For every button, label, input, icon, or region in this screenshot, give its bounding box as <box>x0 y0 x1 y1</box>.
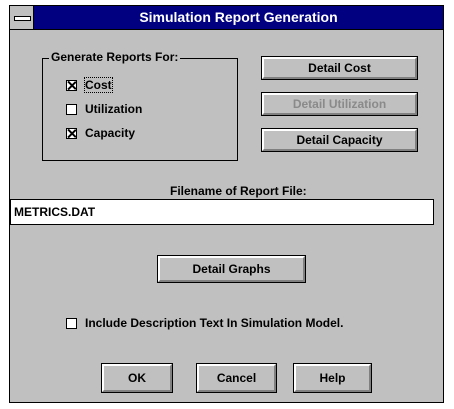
detail-utilization-button[interactable]: Detail Utilization <box>262 93 417 115</box>
window-title: Simulation Report Generation <box>139 9 338 25</box>
utilization-checkbox-box[interactable] <box>66 103 77 115</box>
cost-checkbox-label: Cost <box>84 77 113 93</box>
ok-button[interactable]: OK <box>102 364 172 392</box>
detail-capacity-button[interactable]: Detail Capacity <box>262 129 417 151</box>
title-bar: Simulation Report Generation <box>10 6 443 30</box>
utilization-checkbox-label: Utilization <box>85 102 143 116</box>
include-description-checkbox[interactable]: Include Description Text In Simulation M… <box>66 314 343 332</box>
detail-graphs-button[interactable]: Detail Graphs <box>158 256 305 282</box>
capacity-checkbox[interactable]: Capacity <box>66 124 135 142</box>
capacity-checkbox-box[interactable] <box>66 127 77 139</box>
include-description-label: Include Description Text In Simulation M… <box>85 316 344 330</box>
cancel-button[interactable]: Cancel <box>197 364 276 392</box>
include-description-checkbox-box[interactable] <box>66 317 77 329</box>
filename-input[interactable]: METRICS.DAT <box>10 199 434 225</box>
system-menu-button[interactable] <box>10 6 34 29</box>
filename-label: Filename of Report File: <box>170 184 307 198</box>
report-generation-dialog: Simulation Report Generation Generate Re… <box>9 5 444 403</box>
detail-cost-button[interactable]: Detail Cost <box>262 57 417 79</box>
system-menu-icon <box>14 16 31 21</box>
group-legend: Generate Reports For: <box>49 50 181 64</box>
cost-checkbox-box[interactable] <box>66 79 77 91</box>
utilization-checkbox[interactable]: Utilization <box>66 100 142 118</box>
help-button[interactable]: Help <box>294 364 371 392</box>
cost-checkbox[interactable]: Cost <box>66 76 113 94</box>
capacity-checkbox-label: Capacity <box>85 126 136 140</box>
